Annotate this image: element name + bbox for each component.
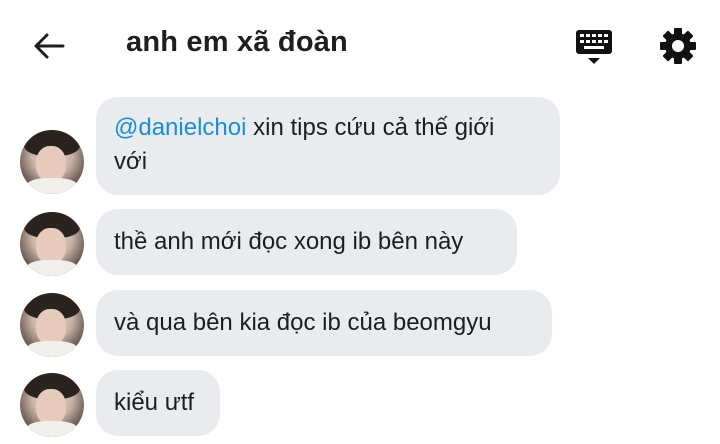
message-bubble[interactable]: thề anh mới đọc xong ib bên này bbox=[96, 209, 517, 275]
message-text: xin tips cứu cả thế giới bbox=[246, 114, 495, 141]
avatar-face bbox=[36, 228, 66, 264]
arrow-left-icon bbox=[34, 33, 65, 59]
gear-icon bbox=[660, 28, 696, 64]
avatar[interactable] bbox=[20, 373, 84, 437]
avatar-shirt bbox=[26, 421, 78, 437]
message-bubble[interactable]: kiểu ưtf bbox=[96, 370, 220, 436]
mention-link[interactable]: @danielchoi bbox=[114, 114, 246, 141]
message-text: kiểu ưtf bbox=[114, 389, 195, 416]
back-button[interactable] bbox=[30, 28, 68, 64]
message-list[interactable]: @danielchoi xin tips cứu cả thế giới với… bbox=[0, 92, 720, 444]
message-text-line2: với bbox=[114, 148, 148, 175]
message-bubble[interactable]: và qua bên kia đọc ib của beomgyu bbox=[96, 290, 552, 356]
keyboard-icon bbox=[576, 30, 612, 64]
avatar-face bbox=[36, 146, 66, 182]
avatar[interactable] bbox=[20, 130, 84, 194]
keyboard-button[interactable] bbox=[574, 26, 614, 66]
chat-title: anh em xã đoàn bbox=[126, 26, 348, 58]
message-bubble[interactable]: @danielchoi xin tips cứu cả thế giới với bbox=[96, 97, 560, 195]
message-text: và qua bên kia đọc ib của beomgyu bbox=[114, 309, 492, 336]
avatar-face bbox=[36, 309, 66, 345]
avatar-shirt bbox=[26, 178, 78, 194]
avatar[interactable] bbox=[20, 293, 84, 357]
settings-button[interactable] bbox=[658, 26, 698, 66]
chat-header: anh em xã đoàn bbox=[0, 0, 720, 92]
message-text: thề anh mới đọc xong ib bên này bbox=[114, 228, 464, 255]
avatar-face bbox=[36, 389, 66, 425]
avatar[interactable] bbox=[20, 212, 84, 276]
avatar-shirt bbox=[26, 260, 78, 276]
avatar-shirt bbox=[26, 341, 78, 357]
